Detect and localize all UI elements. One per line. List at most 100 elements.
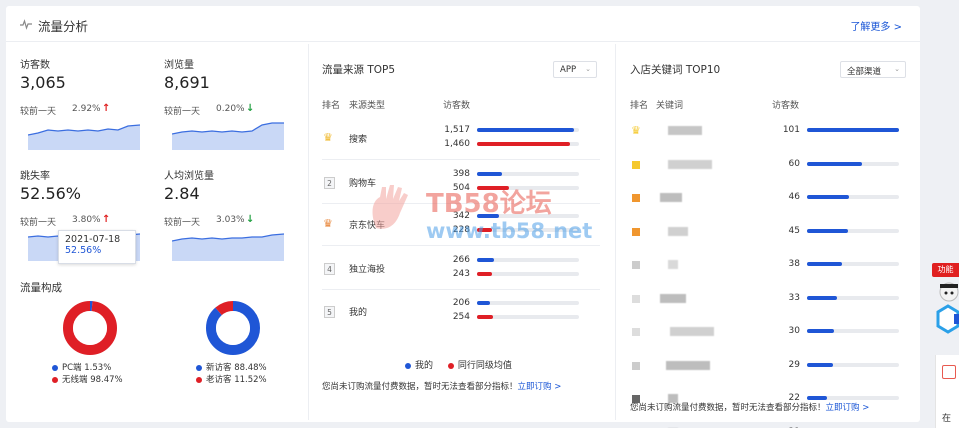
metric-label: 浏览量 xyxy=(164,60,194,71)
keyword-bar-track xyxy=(807,161,899,166)
device-legend: PC端 1.53% 无线端 98.47% xyxy=(52,362,123,386)
source-name: 独立海投 xyxy=(349,265,386,275)
sparkline-chart xyxy=(28,124,140,150)
mine-bar-track xyxy=(477,301,579,305)
source-title: 流量来源 TOP5 xyxy=(322,64,396,76)
metric-change: 0.20% xyxy=(216,104,245,114)
rank-marker xyxy=(632,194,640,202)
learn-more-link[interactable]: 了解更多 > xyxy=(850,18,902,33)
function-tab[interactable]: 功能 xyxy=(932,263,959,277)
page-title: 流量分析 xyxy=(38,19,89,34)
legend-item: 无线端 98.47% xyxy=(52,374,123,386)
legend-item: 老访客 11.52% xyxy=(196,374,267,386)
keyword-redacted xyxy=(670,327,714,336)
rank-marker xyxy=(632,361,640,370)
device-donut-chart xyxy=(63,301,117,355)
mine-bar xyxy=(477,172,503,176)
metric-value: 2.84 xyxy=(164,184,200,203)
channel-dropdown[interactable]: 全部渠道 ⌄ xyxy=(840,61,906,78)
mine-bar-track xyxy=(477,128,579,132)
keywords-footer: 您尚未订购流量付费数据，暂时无法查看部分指标！立即订购 > xyxy=(630,403,870,413)
col-keyword: 关键词 xyxy=(656,101,684,111)
mine-bar-track xyxy=(477,258,579,262)
keyword-redacted xyxy=(666,360,710,370)
metric-label: 访客数 xyxy=(20,60,50,71)
card-header: 流量分析 了解更多 > xyxy=(6,6,920,42)
keyword-bar xyxy=(807,362,834,367)
source-name: 我的 xyxy=(349,308,368,318)
sparkline-area xyxy=(172,123,284,150)
robot-assistant-icon[interactable] xyxy=(934,280,959,348)
rank-marker xyxy=(632,227,640,236)
mine-bar xyxy=(477,301,491,305)
peer-bar-track xyxy=(477,272,579,276)
keyword-bar-track xyxy=(807,295,899,300)
metric-change: 3.80% xyxy=(72,215,101,225)
peer-bar xyxy=(477,272,493,276)
row-divider xyxy=(322,289,600,290)
divider xyxy=(308,44,309,420)
mine-bar-track xyxy=(477,172,579,176)
metric-label: 人均浏览量 xyxy=(164,171,214,182)
side-panel: 在 xyxy=(935,355,959,428)
chevron-down-icon: ⌄ xyxy=(585,65,591,73)
watermark-url: www.tb58.net xyxy=(426,219,593,243)
keyword-count: 38 xyxy=(788,259,800,269)
hand-logo-icon xyxy=(372,185,408,229)
mine-count: 398 xyxy=(452,169,470,179)
col-visitors: 访客数 xyxy=(772,101,800,111)
keyword-bar xyxy=(807,195,849,199)
source-dropdown[interactable]: APP ⌄ xyxy=(553,61,597,78)
keyword-count: 29 xyxy=(788,359,800,370)
mine-count: 266 xyxy=(452,255,470,265)
rank-badge: 4 xyxy=(324,263,335,275)
keyword-count: 45 xyxy=(788,225,800,236)
peer-bar xyxy=(477,315,494,319)
keyword-bar xyxy=(807,329,835,333)
col-rank: 排名 xyxy=(322,101,341,111)
gift-icon[interactable] xyxy=(942,365,956,379)
metric-compare-label: 较前一天 xyxy=(20,218,57,228)
peer-count: 243 xyxy=(452,269,470,279)
arrow-down-icon: ↓ xyxy=(246,103,255,114)
keyword-count: 101 xyxy=(782,125,800,135)
legend-item: PC端 1.53% xyxy=(52,362,123,374)
keyword-redacted xyxy=(668,260,678,269)
keyword-bar-track xyxy=(807,228,899,233)
metric-value: 8,691 xyxy=(164,73,210,92)
crown-icon: ♛ xyxy=(323,131,333,144)
side-text: 在 xyxy=(942,414,952,424)
keyword-bar-track xyxy=(807,396,899,400)
subscribe-link[interactable]: 立即订购 > xyxy=(826,403,870,413)
metric-compare-label: 较前一天 xyxy=(20,107,57,117)
tooltip-value: 52.56% xyxy=(65,245,102,256)
keyword-count: 46 xyxy=(788,192,800,202)
rank-marker xyxy=(632,160,640,169)
metric-value: 52.56% xyxy=(20,184,82,203)
keyword-bar xyxy=(807,228,848,233)
metric-value: 3,065 xyxy=(20,73,66,92)
keyword-count: 60 xyxy=(788,158,800,169)
keyword-bar xyxy=(807,396,828,400)
metric-label: 跳失率 xyxy=(20,171,50,182)
mine-count: 1,517 xyxy=(444,125,470,135)
arrow-up-icon: ↑ xyxy=(102,103,111,114)
keyword-redacted xyxy=(668,159,712,169)
keywords-title: 入店关键词 TOP10 xyxy=(630,64,721,76)
tooltip-date: 2021-07-18 xyxy=(65,234,121,245)
mine-bar xyxy=(477,128,574,132)
keyword-bar xyxy=(807,295,838,300)
keyword-bar xyxy=(807,128,899,132)
col-source-type: 来源类型 xyxy=(349,101,386,111)
subscribe-link[interactable]: 立即订购 > xyxy=(518,382,562,392)
arrow-up-icon: ↑ xyxy=(102,214,111,225)
source-name: 搜索 xyxy=(349,135,368,145)
sparkline-area xyxy=(28,125,140,150)
source-legend: 我的 同行同级均值 xyxy=(405,358,512,371)
keyword-bar-track xyxy=(807,195,899,199)
peer-count: 1,460 xyxy=(444,139,470,149)
col-visitors: 访客数 xyxy=(443,101,471,111)
watermark-brand: TB58论坛 xyxy=(426,189,552,219)
keyword-redacted xyxy=(668,226,688,236)
sparkline-chart xyxy=(172,233,284,261)
